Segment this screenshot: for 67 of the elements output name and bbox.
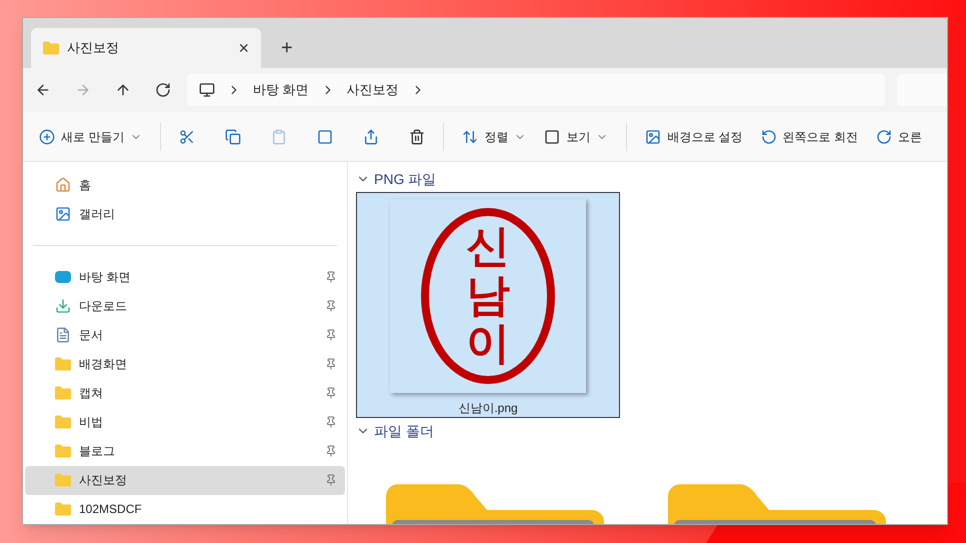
rename-icon[interactable] <box>317 128 334 144</box>
rotate-right-icon <box>876 128 892 144</box>
tab-title: 사진보정 <box>67 39 120 58</box>
pin-icon[interactable] <box>325 474 337 486</box>
folder-icon <box>43 40 59 56</box>
view-button[interactable]: 보기 <box>544 128 608 146</box>
toolbar-button[interactable]: 오른 <box>876 128 922 146</box>
file-tile[interactable]: 신남이 신남이.png <box>356 192 620 418</box>
breadcrumb[interactable]: 바탕 화면 <box>253 80 309 100</box>
sort-button[interactable]: 정렬 <box>462 128 526 146</box>
gallery-icon <box>55 206 71 222</box>
group-header[interactable]: 파일 폴더 <box>356 418 947 444</box>
pin-icon[interactable] <box>325 300 337 312</box>
stamp-text: 신남이 <box>466 223 510 369</box>
group-title: 파일 폴더 <box>374 422 434 440</box>
refresh-icon[interactable] <box>155 82 171 98</box>
wallpaper-icon <box>645 128 662 144</box>
document-icon <box>55 327 71 344</box>
sidebar-item[interactable]: 홈 <box>23 170 347 199</box>
desktop-icon <box>55 271 71 284</box>
rotate-left-icon <box>760 128 777 144</box>
search-field[interactable] <box>897 74 947 106</box>
sidebar-item[interactable]: 캡쳐 <box>25 378 345 408</box>
new-tab-button[interactable]: + <box>269 28 305 68</box>
pin-icon[interactable] <box>325 329 337 342</box>
pin-icon[interactable] <box>325 358 337 370</box>
view-icon <box>544 128 560 144</box>
sidebar-item[interactable]: 바탕 화면 <box>25 262 345 292</box>
sidebar-item[interactable]: 문서 <box>25 320 345 350</box>
home-icon <box>55 176 71 192</box>
plus-icon <box>39 128 55 144</box>
sidebar-item[interactable]: 갤러리 <box>23 199 347 228</box>
cut-icon[interactable] <box>179 128 196 144</box>
folder-icon <box>55 385 71 402</box>
close-button[interactable]: × <box>238 34 249 62</box>
group-header[interactable]: PNG 파일 <box>356 166 947 192</box>
monitor-icon <box>199 82 215 98</box>
toolbar-button[interactable]: 왼쪽으로 회전 <box>760 128 858 146</box>
copy-icon[interactable] <box>225 128 242 144</box>
folder-icon <box>55 443 71 460</box>
download-icon <box>55 298 71 314</box>
file-name: 신남이.png <box>458 400 518 417</box>
sidebar-item[interactable]: 102MSDCF <box>25 494 345 524</box>
folder-icon <box>55 501 71 518</box>
window-tab[interactable]: 사진보정 × <box>31 28 261 68</box>
group-title: PNG 파일 <box>374 170 436 188</box>
pin-icon[interactable] <box>325 387 337 400</box>
up-icon[interactable] <box>115 82 131 98</box>
address-bar[interactable]: 바탕 화면 사진보정 <box>187 74 885 106</box>
breadcrumb[interactable]: 사진보정 <box>346 80 399 100</box>
back-icon[interactable] <box>35 82 51 98</box>
sidebar-item[interactable]: 배경화면 <box>25 350 345 379</box>
sidebar-item[interactable]: 비법 <box>25 408 345 437</box>
delete-icon[interactable] <box>409 128 426 144</box>
pin-icon[interactable] <box>325 416 337 428</box>
pin-icon[interactable] <box>325 445 337 458</box>
new-button[interactable]: 새로 만들기 <box>39 128 142 146</box>
folder-icon <box>55 472 71 488</box>
sidebar-item[interactable]: 블로그 <box>25 436 345 466</box>
sidebar-item[interactable]: 사진보정 <box>25 466 345 495</box>
share-icon[interactable] <box>363 128 380 144</box>
pin-icon[interactable] <box>325 271 337 284</box>
sort-icon <box>462 128 478 144</box>
toolbar-button[interactable]: 배경으로 설정 <box>645 128 743 146</box>
folder-icon <box>55 414 71 430</box>
folder-icon <box>55 356 71 372</box>
sidebar-item[interactable]: 다운로드 <box>25 292 345 321</box>
